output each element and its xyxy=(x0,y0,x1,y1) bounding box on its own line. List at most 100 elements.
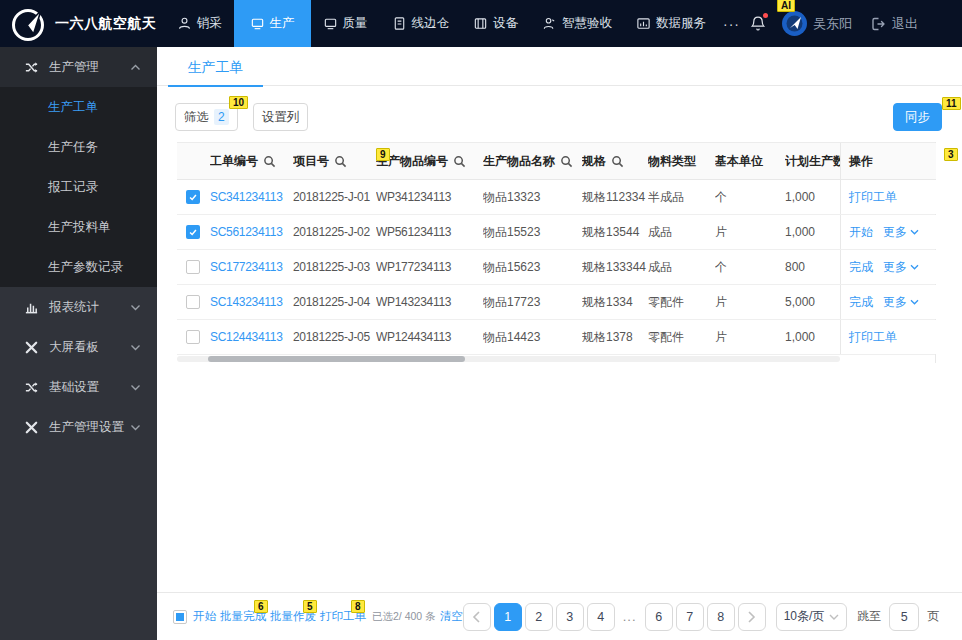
sidebar-subitem-work-report[interactable]: 报工记录 xyxy=(0,167,157,207)
sidebar-item-production-mgmt[interactable]: 生产管理 xyxy=(0,47,157,87)
chart-icon xyxy=(24,300,39,315)
row-checkbox[interactable] xyxy=(186,330,200,344)
bar-chart-icon xyxy=(636,16,651,31)
col-header-actions: 操作 xyxy=(840,143,936,179)
select-all-checkbox[interactable] xyxy=(173,610,187,624)
notification-bell-icon[interactable] xyxy=(750,15,766,32)
page-button-4[interactable]: 4 xyxy=(587,603,615,631)
next-page-button[interactable] xyxy=(738,603,766,631)
row-checkbox[interactable] xyxy=(186,295,200,309)
chevron-down-icon xyxy=(829,614,839,620)
page-button-1[interactable]: 1 xyxy=(494,603,522,631)
nav-item-data-service[interactable]: 数据服务 xyxy=(624,0,718,47)
print-order-link[interactable]: 打印工单 xyxy=(849,329,897,346)
order-no-link[interactable]: SC561234113 xyxy=(210,225,283,239)
nav-more-button[interactable]: ··· xyxy=(723,16,740,32)
col-header-spec: 规格 xyxy=(582,153,606,170)
complete-link[interactable]: 完成 xyxy=(849,259,873,276)
shuffle-icon xyxy=(24,380,39,395)
sidebar-item-production-settings[interactable]: 生产管理设置 xyxy=(0,407,157,447)
document-icon xyxy=(392,16,407,31)
clear-selection-link[interactable]: 清空 xyxy=(440,609,463,624)
order-no-link[interactable]: SC143234113 xyxy=(210,295,283,309)
sidebar-item-dashboard[interactable]: 大屏看板 xyxy=(0,327,157,367)
nav-item-procurement[interactable]: 销采 xyxy=(165,0,234,47)
user-avatar[interactable] xyxy=(782,11,807,36)
sidebar-item-basic-settings[interactable]: 基础设置 xyxy=(0,367,157,407)
pagination: 1 2 3 4 ... 6 7 8 10条/页 跳至 5 页 xyxy=(463,603,940,631)
sidebar-subitem-parameter[interactable]: 生产参数记录 xyxy=(0,247,157,287)
row-checkbox[interactable] xyxy=(186,190,200,204)
more-dropdown-link[interactable]: 更多 xyxy=(883,294,919,311)
more-dropdown-link[interactable]: 更多 xyxy=(883,259,919,276)
caret-down-icon xyxy=(910,229,919,235)
page-size-select[interactable]: 10条/页 xyxy=(776,603,848,631)
annotation-badge-9: 9 xyxy=(376,148,390,161)
nav-item-smart-acceptance[interactable]: 智慧验收 xyxy=(530,0,624,47)
prev-page-button[interactable] xyxy=(463,603,491,631)
page-button-2[interactable]: 2 xyxy=(525,603,553,631)
page-ellipsis[interactable]: ... xyxy=(618,609,642,624)
order-no-link[interactable]: SC341234113 xyxy=(210,190,283,204)
page-button-3[interactable]: 3 xyxy=(556,603,584,631)
person-icon xyxy=(177,16,192,31)
search-icon xyxy=(611,155,624,168)
sidebar-subitem-task[interactable]: 生产任务 xyxy=(0,127,157,167)
sidebar: 生产管理 生产工单 生产任务 报工记录 生产投料单 生产参数记录 报表统计 大屏… xyxy=(0,47,157,640)
chevron-down-icon xyxy=(130,304,141,311)
annotation-badge-3: 3 xyxy=(944,148,958,161)
start-batch-link[interactable]: 开始 xyxy=(193,609,216,624)
filter-count-badge: 2 xyxy=(214,109,229,125)
logout-button[interactable]: 退出 xyxy=(870,15,918,33)
selection-info: 已选2/ 400 条 xyxy=(372,610,436,624)
work-order-table: 工单编号 项目号 生产物品编号 生产物品名称 规格 物料类型 基本单位 计划生产… xyxy=(177,142,936,363)
page-button-7[interactable]: 7 xyxy=(676,603,704,631)
nav-item-production[interactable]: 生产 xyxy=(234,0,311,47)
caret-down-icon xyxy=(910,264,919,270)
more-dropdown-link[interactable]: 更多 xyxy=(883,224,919,241)
order-no-link[interactable]: SC177234113 xyxy=(210,260,283,274)
username[interactable]: 吴东阳 xyxy=(813,15,852,33)
tools-cross-icon xyxy=(24,340,39,355)
tab-bar: 生产工单 xyxy=(157,47,962,86)
row-checkbox[interactable] xyxy=(186,260,200,274)
sidebar-item-report-stats[interactable]: 报表统计 xyxy=(0,287,157,327)
row-checkbox[interactable] xyxy=(186,225,200,239)
nav-item-line-warehouse[interactable]: 线边仓 xyxy=(380,0,462,47)
nav-item-quality[interactable]: 质量 xyxy=(311,0,380,47)
scrollbar-thumb[interactable] xyxy=(208,356,465,362)
start-link[interactable]: 开始 xyxy=(849,224,873,241)
column-settings-button[interactable]: 设置列 xyxy=(253,103,309,131)
page-button-8[interactable]: 8 xyxy=(707,603,735,631)
nav-right: ··· 吴东阳 退出 xyxy=(723,11,962,36)
sync-button[interactable]: 同步 xyxy=(893,103,942,131)
notification-dot xyxy=(763,13,768,18)
person-check-icon xyxy=(542,16,557,31)
complete-link[interactable]: 完成 xyxy=(849,294,873,311)
top-navbar: 一六八航空航天 销采 生产 质量 线边仓 设备 智慧验收 数据服务 xyxy=(0,0,962,47)
equipment-icon xyxy=(473,16,488,31)
monitor-icon xyxy=(250,16,265,31)
table-row: SC341234113 20181225-J-01 WP341234113 物品… xyxy=(177,180,935,215)
sidebar-subitem-feeding[interactable]: 生产投料单 xyxy=(0,207,157,247)
tab-production-work-order[interactable]: 生产工单 xyxy=(168,47,263,86)
shuffle-icon xyxy=(24,60,39,75)
header-checkbox-cell xyxy=(177,143,210,179)
col-header-unit: 基本单位 xyxy=(715,143,785,179)
sidebar-subitem-work-order[interactable]: 生产工单 xyxy=(0,87,157,127)
table-row: SC124434113 20181225-J-05 WP124434113 物品… xyxy=(177,320,935,355)
nav-menu: 销采 生产 质量 线边仓 设备 智慧验收 数据服务 xyxy=(165,0,719,47)
nav-item-equipment[interactable]: 设备 xyxy=(461,0,530,47)
app-logo-icon xyxy=(9,5,47,43)
chevron-down-icon xyxy=(130,344,141,351)
jump-page-input[interactable]: 5 xyxy=(889,603,919,631)
search-icon xyxy=(334,155,347,168)
print-order-link[interactable]: 打印工单 xyxy=(849,189,897,206)
chevron-down-icon xyxy=(130,424,141,431)
page-button-6[interactable]: 6 xyxy=(645,603,673,631)
col-header-item-name: 生产物品名称 xyxy=(483,153,555,170)
order-no-link[interactable]: SC124434113 xyxy=(210,330,283,344)
caret-down-icon xyxy=(910,299,919,305)
search-icon xyxy=(453,155,466,168)
annotation-badge-8: 8 xyxy=(351,600,365,613)
